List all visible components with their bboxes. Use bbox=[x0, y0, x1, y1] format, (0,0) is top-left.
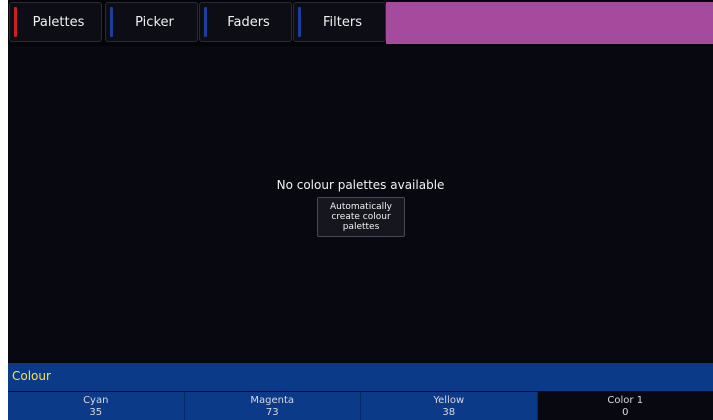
tab-label: Picker bbox=[135, 14, 174, 30]
tab-bar: Palettes Picker Faders Filters bbox=[8, 0, 713, 46]
tab-indicator bbox=[298, 7, 301, 37]
encoder-color-1[interactable]: Color 1 0 bbox=[537, 392, 713, 420]
encoder-value: 35 bbox=[89, 407, 103, 418]
tab-label: Palettes bbox=[32, 14, 85, 30]
encoder-value: 38 bbox=[442, 407, 456, 418]
tab-picker[interactable]: Picker bbox=[105, 2, 198, 42]
palette-area: No colour palettes available Automatical… bbox=[8, 46, 713, 362]
encoder-cyan[interactable]: Cyan 35 bbox=[8, 392, 185, 420]
encoder-name: Yellow bbox=[433, 395, 465, 406]
encoder-value: 0 bbox=[622, 407, 629, 418]
encoder-magenta[interactable]: Magenta 73 bbox=[184, 392, 361, 420]
encoder-bar: Cyan 35 Magenta 73 Yellow 38 Color 1 0 bbox=[8, 392, 713, 420]
auto-create-palettes-button[interactable]: Automatically create colour palettes bbox=[317, 197, 405, 237]
encoder-name: Magenta bbox=[250, 395, 295, 406]
active-indicator bbox=[14, 7, 17, 37]
encoder-name: Cyan bbox=[83, 395, 109, 406]
tab-palettes[interactable]: Palettes bbox=[9, 2, 102, 42]
section-title-bar: Colour bbox=[8, 363, 713, 391]
tab-faders[interactable]: Faders bbox=[199, 2, 292, 42]
encoder-value: 73 bbox=[265, 407, 279, 418]
encoder-name: Color 1 bbox=[607, 395, 644, 406]
tab-indicator bbox=[110, 7, 113, 37]
tab-filters[interactable]: Filters bbox=[293, 2, 386, 42]
console-screen: Palettes Picker Faders Filters No colour… bbox=[8, 0, 713, 420]
tab-indicator bbox=[204, 7, 207, 37]
encoder-yellow[interactable]: Yellow 38 bbox=[361, 392, 538, 420]
empty-message: No colour palettes available bbox=[276, 178, 445, 192]
section-title: Colour bbox=[12, 369, 51, 383]
title-area bbox=[386, 2, 713, 44]
tab-label: Faders bbox=[227, 14, 270, 30]
tab-label: Filters bbox=[323, 14, 362, 30]
